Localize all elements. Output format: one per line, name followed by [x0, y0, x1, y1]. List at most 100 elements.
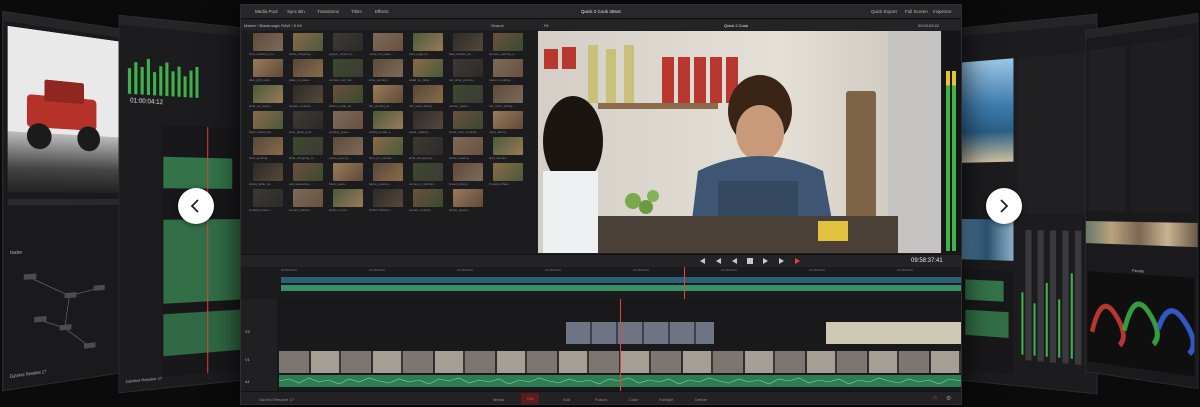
clip-thumbnail[interactable] [413, 163, 443, 181]
clip-thumbnail[interactable] [253, 163, 283, 181]
settings-icon[interactable]: ⚙ [946, 395, 951, 402]
clip-thumbnail[interactable] [333, 137, 363, 155]
clip-thumbnail[interactable] [453, 33, 483, 51]
clip-thumbnail[interactable] [253, 111, 283, 129]
effects-tab[interactable]: Effects [375, 9, 389, 14]
clip-thumbnail[interactable] [293, 85, 323, 103]
clip-thumbnail[interactable] [333, 189, 363, 207]
clip-thumbnail[interactable] [493, 33, 523, 51]
playhead-lower[interactable] [620, 299, 621, 391]
clip-thumbnail[interactable] [453, 137, 483, 155]
clip-name: kitchen_work... [329, 208, 367, 212]
track-label-a1: A1 [245, 379, 250, 384]
quick-export-button[interactable]: Quick Export [871, 9, 897, 14]
clip-thumbnail[interactable] [333, 111, 363, 129]
clip-thumbnail[interactable] [293, 33, 323, 51]
clip-name: salad_on_table... [409, 78, 447, 82]
clip-thumbnail[interactable] [413, 111, 443, 129]
inspector-tab[interactable]: Inspector [933, 9, 952, 14]
clip-thumbnail[interactable] [253, 85, 283, 103]
ruler-mark: 01:00:00:00 [633, 268, 649, 272]
clip-thumbnail[interactable] [493, 137, 523, 155]
audio-level-meter [942, 31, 961, 253]
track-label-v1: V1 [245, 357, 250, 362]
clip-name: wine_glass_pour... [289, 130, 327, 134]
clip-thumbnail[interactable] [333, 85, 363, 103]
carousel-next-button[interactable] [986, 188, 1022, 224]
clip-thumbnail[interactable] [373, 33, 403, 51]
clip-thumbnail[interactable] [293, 59, 323, 77]
clip-thumbnail[interactable] [333, 59, 363, 77]
v2-title-clip[interactable] [826, 322, 961, 344]
v2-clip[interactable] [566, 322, 714, 344]
clip-thumbnail[interactable] [373, 111, 403, 129]
clip-thumbnail[interactable] [253, 33, 283, 51]
clip-name: dark_kitchen_ch... [449, 52, 487, 56]
page-fairlight[interactable]: Fairlight [659, 397, 673, 402]
video-viewer[interactable] [538, 31, 941, 253]
clip-thumbnail[interactable] [453, 189, 483, 207]
clip-thumbnail[interactable] [373, 59, 403, 77]
ruler-mark: 01:00:00:00 [809, 268, 825, 272]
nodes-label: Nodes [10, 249, 22, 255]
page-cut[interactable]: Cut [521, 393, 539, 404]
clip-thumbnail[interactable] [453, 111, 483, 129]
page-edit[interactable]: Edit [563, 397, 570, 402]
clip-name: dining_table_wi... [249, 182, 287, 186]
clip-thumbnail[interactable] [373, 85, 403, 103]
page-fusion[interactable]: Fusion [595, 397, 607, 402]
upper-timeline[interactable]: 00:59:00:00 01:00:00:00 01:00:00:00 01:00:0… [241, 267, 961, 299]
ruler-mark: 01:00:00:00 [369, 268, 385, 272]
full-screen-button[interactable]: Full Screen [905, 9, 928, 14]
clip-thumbnail[interactable] [453, 59, 483, 77]
viewer-zoom[interactable]: Fit [544, 23, 548, 28]
clip-thumbnail[interactable] [293, 189, 323, 207]
transitions-tab[interactable]: Transitions [317, 9, 339, 14]
clip-thumbnail[interactable] [293, 111, 323, 129]
clip-thumbnail[interactable] [413, 59, 443, 77]
page-deliver[interactable]: Deliver [695, 397, 707, 402]
clip-thumbnail[interactable] [413, 85, 443, 103]
clip-thumbnail[interactable] [253, 189, 283, 207]
transport-controls[interactable] [697, 256, 817, 266]
clip-thumbnail[interactable] [493, 85, 523, 103]
page-color[interactable]: Color [629, 397, 639, 402]
clip-thumbnail[interactable] [413, 189, 443, 207]
page-navigation-bar: DaVinci Resolve 17 Media Cut Edit Fusion… [241, 391, 961, 405]
clip-thumbnail[interactable] [253, 137, 283, 155]
clip-thumbnail[interactable] [413, 33, 443, 51]
clip-thumbnail[interactable] [493, 163, 523, 181]
clip-thumbnail[interactable] [453, 85, 483, 103]
transport-bar: 09:58:37:41 [241, 254, 961, 267]
clip-thumbnail[interactable] [373, 163, 403, 181]
clip-thumbnail[interactable] [413, 137, 443, 155]
clip-thumbnail[interactable] [333, 163, 363, 181]
clip-thumbnail[interactable] [293, 137, 323, 155]
titles-tab[interactable]: Titles [351, 9, 362, 14]
lower-timeline[interactable]: V2 V1 A1 [241, 299, 961, 391]
clip-name: cooking_green... [329, 130, 367, 134]
left-back-panel: Nodes DaVinci Resolve 17 [2, 11, 130, 392]
clip-thumbnail[interactable] [493, 59, 523, 77]
app-name: DaVinci Resolve 17 [259, 397, 294, 402]
clip-thumbnail[interactable] [253, 59, 283, 77]
home-icon[interactable]: ⌂ [933, 395, 937, 401]
media-pool-search[interactable]: Search [491, 23, 504, 28]
media-pool-tab[interactable]: Media Pool [255, 9, 278, 14]
clip-thumbnail[interactable] [373, 137, 403, 155]
clip-thumbnail[interactable] [493, 111, 523, 129]
clip-name: sauce_pan_fry... [329, 156, 367, 160]
clip-name: fire_pouring_wi... [369, 104, 407, 108]
clip-name: people_cooking... [289, 104, 327, 108]
parade-scope [1088, 271, 1195, 376]
clip-name: White's Kitchen... [369, 208, 407, 212]
clip-thumbnail[interactable] [333, 33, 363, 51]
clip-thumbnail[interactable] [453, 163, 483, 181]
clip-thumbnail[interactable] [293, 163, 323, 181]
sync-bin-tab[interactable]: Sync Bin [287, 9, 305, 14]
page-media[interactable]: Media [493, 397, 504, 402]
carousel-prev-button[interactable] [178, 188, 214, 224]
clip-thumbnail[interactable] [373, 189, 403, 207]
track-label-v2: V2 [245, 329, 250, 334]
playhead-upper[interactable] [684, 267, 685, 299]
